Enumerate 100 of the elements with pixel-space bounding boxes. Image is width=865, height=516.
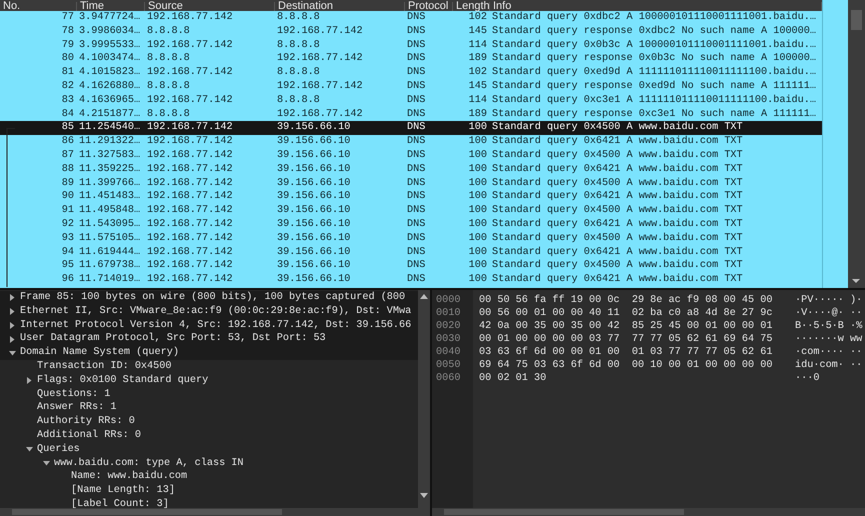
- table-cell-text: 39.156.66.10: [276, 135, 352, 149]
- packet-row[interactable]: 88 11.359225… 192.168.77.142 39.156.66.10 DNS 100 Standard query 0x6421 A www.baidu.com TXT: [0, 162, 822, 177]
- table-cell-text: 4.1626880…: [78, 80, 142, 94]
- table-cell-text: 4.1003474…: [78, 52, 142, 66]
- table-cell-text: 192.168.77.142: [276, 108, 364, 122]
- byte-offset: 0000: [435, 294, 462, 307]
- table-cell-text: 192.168.77.142: [276, 80, 364, 94]
- packet-row[interactable]: 90 11.451483… 192.168.77.142 39.156.66.10 DNS 100 Standard query 0x6421 A www.baidu.com TXT: [0, 190, 822, 204]
- scroll-down-icon[interactable]: [851, 278, 862, 284]
- table-cell-text: 100: [468, 273, 488, 287]
- table-cell-text: 192.168.77.142: [146, 204, 234, 218]
- tree-item[interactable]: www.baidu.com: type A, class IN: [54, 456, 244, 470]
- collapsed-arrow-icon[interactable]: [10, 336, 14, 343]
- tree-item[interactable]: Queries: [37, 442, 80, 457]
- table-cell-text: 8.8.8.8: [146, 24, 191, 39]
- collapsed-arrow-icon[interactable]: [26, 377, 32, 384]
- table-cell-text: 39.156.66.10: [276, 273, 352, 287]
- table-cell-text: 189: [468, 108, 488, 122]
- column-header[interactable]: Protocol: [405, 2, 453, 11]
- packet-row[interactable]: 87 11.327583… 192.168.77.142 39.156.66.10 DNS 100 Standard query 0x4500 A www.baidu.com TXT: [0, 148, 822, 163]
- scrollbar[interactable]: [848, 0, 865, 288]
- table-cell-text: 11.451483…: [78, 190, 142, 204]
- column-header[interactable]: Time: [77, 2, 145, 11]
- table-cell-text: 114: [468, 38, 488, 52]
- scroll-down-icon[interactable]: [420, 493, 428, 498]
- collapsed-arrow-icon[interactable]: [10, 294, 14, 302]
- packet-row[interactable]: 81 4.1015823… 192.168.77.142 8.8.8.8 DNS 102 Standard query 0xed9d A 111111011110011111100.baidu.…: [0, 66, 822, 80]
- tree-item[interactable]: Name: www.baidu.com: [71, 470, 188, 484]
- table-cell-text: 192.168.77.142: [146, 121, 234, 136]
- table-cell-text: 77: [60, 11, 75, 25]
- table-cell-text: 100: [468, 135, 488, 149]
- table-cell-text: 192.168.77.142: [146, 273, 234, 287]
- packet-row[interactable]: 80 4.1003474… 8.8.8.8 192.168.77.142 DNS 189 Standard query response 0x0b3c No such name A 100000…: [0, 52, 822, 66]
- ascii-bytes: ·······w ww: [795, 333, 862, 346]
- table-cell-text: 100: [468, 246, 488, 260]
- hex-bytes: 00 02 01 30: [479, 372, 548, 385]
- table-cell-text: 145: [468, 80, 488, 94]
- expanded-arrow-icon[interactable]: [42, 460, 50, 466]
- table-cell-text: 192.168.77.142: [146, 176, 234, 190]
- scrollbar[interactable]: [432, 508, 865, 516]
- tree-item[interactable]: Authority RRs: 0: [37, 415, 135, 429]
- tree-item[interactable]: [Label Count: 3]: [71, 498, 169, 508]
- table-cell-text: 192.168.77.142: [276, 24, 364, 39]
- table-cell-text: 100: [468, 218, 488, 232]
- packet-row[interactable]: 96 11.714019… 192.168.77.142 39.156.66.10 DNS 100 Standard query 0x6421 A www.baidu.com TXT: [0, 273, 822, 287]
- table-cell-text: 39.156.66.10: [276, 246, 352, 260]
- column-header[interactable]: Destination: [275, 2, 405, 11]
- table-cell-text: 8.8.8.8: [276, 38, 321, 52]
- ascii-bytes: ·PV····· )·: [795, 294, 862, 307]
- table-cell-text: 88: [60, 162, 75, 177]
- collapsed-arrow-icon[interactable]: [10, 308, 14, 316]
- hex-bytes: 00 56 00 01 00 00 40 11 02 ba c0 a8 4d 8e 27 9c: [479, 307, 774, 320]
- table-cell-text: DNS: [406, 121, 426, 136]
- scrollbar[interactable]: [0, 508, 430, 516]
- packet-row[interactable]: 84 4.2151877… 8.8.8.8 192.168.77.142 DNS 189 Standard query response 0xc3e1 No such name A 111111…: [0, 108, 822, 122]
- column-header[interactable]: Source: [145, 2, 275, 11]
- packet-row[interactable]: 86 11.291322… 192.168.77.142 39.156.66.10 DNS 100 Standard query 0x6421 A www.baidu.com TXT: [0, 135, 822, 149]
- table-cell-text: Standard query 0xed9d A 111111011110011111100.baidu.…: [491, 66, 818, 80]
- packet-row[interactable]: 79 3.9995533… 192.168.77.142 8.8.8.8 DNS 114 Standard query 0x0b3c A 100000101110001111001.baidu.…: [0, 38, 822, 52]
- packet-row[interactable]: 92 11.543095… 192.168.77.142 39.156.66.10 DNS 100 Standard query 0x6421 A www.baidu.com TXT: [0, 218, 822, 232]
- packet-row[interactable]: 82 4.1626880… 8.8.8.8 192.168.77.142 DNS 145 Standard query response 0xed9d No such name A 111111…: [0, 80, 822, 94]
- packet-row[interactable]: 85 11.254540… 192.168.77.142 39.156.66.10 DNS 100 Standard query 0x4500 A www.baidu.com TXT: [0, 121, 822, 136]
- column-header[interactable]: Length: [453, 2, 490, 11]
- tree-item[interactable]: Additional RRs: 0: [37, 428, 141, 443]
- packet-row[interactable]: 78 3.9986034… 8.8.8.8 192.168.77.142 DNS 145 Standard query response 0xdbc2 No such name A 100000…: [0, 24, 822, 39]
- expanded-arrow-icon[interactable]: [26, 447, 32, 452]
- tree-item[interactable]: [Name Length: 13]: [71, 484, 175, 498]
- tree-item[interactable]: Flags: 0x0100 Standard query: [37, 374, 208, 388]
- table-cell-text: 100: [468, 148, 488, 163]
- table-cell-text: 39.156.66.10: [276, 148, 352, 163]
- table-cell-text: Standard query 0x6421 A www.baidu.com TXT: [491, 162, 744, 177]
- table-cell-text: 87: [60, 148, 75, 163]
- table-cell-text: 192.168.77.142: [146, 232, 234, 246]
- packet-row[interactable]: 77 3.9477724… 192.168.77.142 8.8.8.8 DNS 102 Standard query 0xdbc2 A 100000101110001111001.baidu.…: [0, 11, 822, 25]
- table-cell-text: 96: [60, 273, 75, 287]
- tree-item[interactable]: Answer RRs: 1: [37, 401, 116, 416]
- scroll-up-icon[interactable]: [420, 294, 428, 299]
- packet-row[interactable]: 89 11.399766… 192.168.77.142 39.156.66.10 DNS 100 Standard query 0x4500 A www.baidu.com TXT: [0, 176, 822, 190]
- table-cell-text: 39.156.66.10: [276, 204, 352, 218]
- table-cell-text: 192.168.77.142: [146, 218, 234, 232]
- expanded-arrow-icon[interactable]: [8, 350, 16, 356]
- byte-offset: 0010: [435, 307, 462, 320]
- packet-row[interactable]: 93 11.575105… 192.168.77.142 39.156.66.10 DNS 100 Standard query 0x4500 A www.baidu.com TXT: [0, 232, 822, 246]
- table-cell-text: Standard query 0x6421 A www.baidu.com TXT: [491, 218, 744, 232]
- packet-row[interactable]: 95 11.679738… 192.168.77.142 39.156.66.10 DNS 100 Standard query 0x4500 A www.baidu.com TXT: [0, 259, 822, 274]
- byte-offset: 0030: [435, 333, 462, 346]
- scrollbar[interactable]: [418, 290, 430, 508]
- collapsed-arrow-icon[interactable]: [10, 322, 14, 329]
- ascii-bytes: ·com···· ··: [795, 346, 862, 359]
- packet-row[interactable]: 91 11.495848… 192.168.77.142 39.156.66.10 DNS 100 Standard query 0x4500 A www.baidu.com TXT: [0, 204, 822, 218]
- table-cell-text: 102: [468, 66, 488, 80]
- column-header[interactable]: No.: [0, 2, 77, 11]
- hex-bytes: 03 63 6f 6d 00 00 01 00 01 03 77 77 77 05 62 61: [479, 346, 774, 359]
- scrollbar-thumb[interactable]: [851, 10, 862, 30]
- tree-item[interactable]: Transaction ID: 0x4500: [37, 360, 172, 374]
- table-cell-text: Standard query 0x6421 A www.baidu.com TXT: [491, 190, 744, 204]
- table-cell-text: DNS: [406, 52, 426, 66]
- packet-row[interactable]: 94 11.619444… 192.168.77.142 39.156.66.10 DNS 100 Standard query 0x6421 A www.baidu.com TXT: [0, 246, 822, 260]
- packet-row[interactable]: 83 4.1636965… 192.168.77.142 8.8.8.8 DNS 114 Standard query 0xc3e1 A 111111011110011111100.baidu.…: [0, 94, 822, 108]
- tree-item[interactable]: Questions: 1: [37, 388, 110, 402]
